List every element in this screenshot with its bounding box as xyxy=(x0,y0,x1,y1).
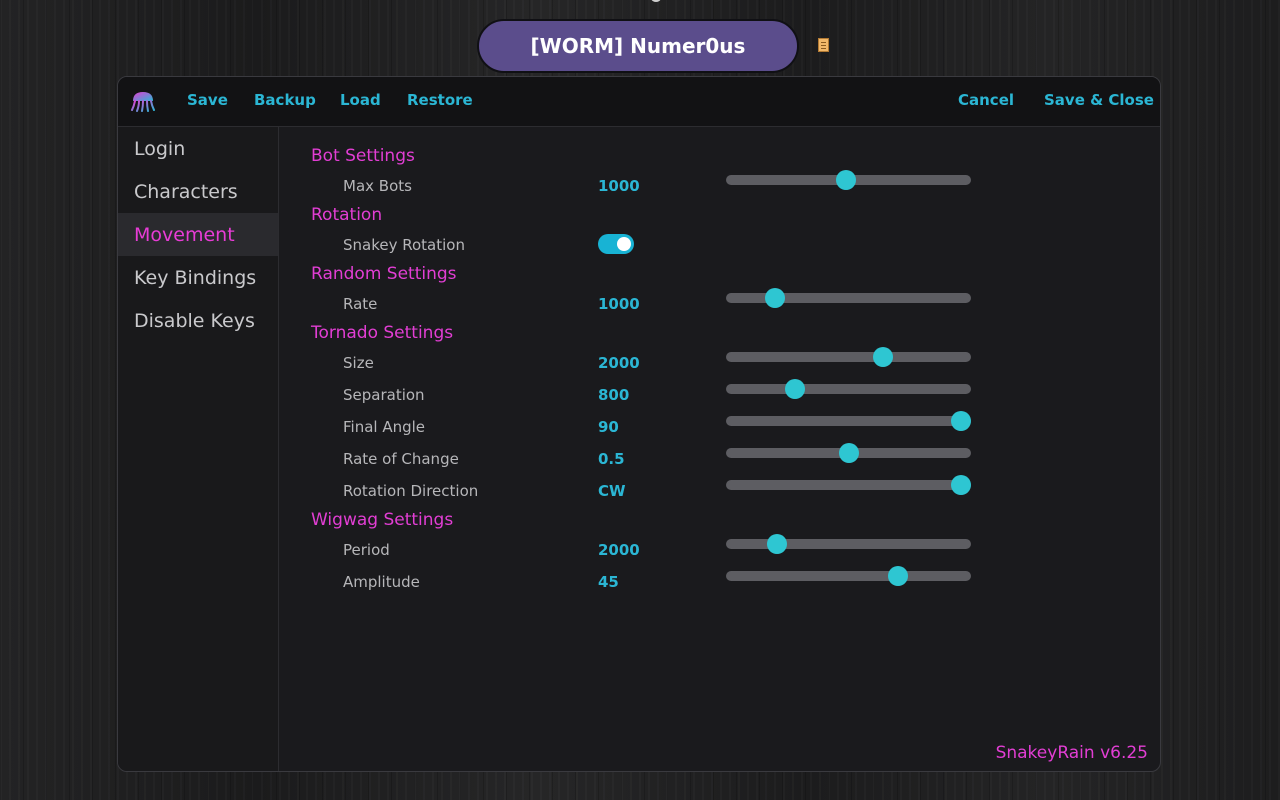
toolbar: Save Backup Load Restore Cancel Save & C… xyxy=(118,77,1160,127)
rate-of-change-label: Rate of Change xyxy=(343,450,459,468)
slider-thumb[interactable] xyxy=(872,347,893,367)
rate-value: 1000 xyxy=(598,295,640,313)
period-label: Period xyxy=(343,541,390,559)
rotation-direction-label: Rotation Direction xyxy=(343,482,479,500)
size-label: Size xyxy=(343,354,374,372)
amplitude-label: Amplitude xyxy=(343,573,420,591)
slider-thumb[interactable] xyxy=(838,443,859,463)
sidebar-item-label: Key Bindings xyxy=(134,266,257,289)
snakey-rotation-toggle[interactable] xyxy=(598,234,634,254)
period-value: 2000 xyxy=(598,541,640,559)
slider-track xyxy=(726,571,971,581)
backup-button[interactable]: Backup xyxy=(254,91,316,109)
slider-track xyxy=(726,384,971,394)
amplitude-slider[interactable] xyxy=(726,566,971,586)
section-rotation: Rotation xyxy=(311,205,383,225)
sidebar-item-disable-keys[interactable]: Disable Keys xyxy=(118,299,278,342)
final-angle-slider[interactable] xyxy=(726,411,972,431)
slider-thumb[interactable] xyxy=(765,288,785,308)
load-button[interactable]: Load xyxy=(340,91,381,109)
size-slider[interactable] xyxy=(726,347,971,367)
separation-value: 800 xyxy=(598,386,630,404)
sidebar-item-movement[interactable]: Movement xyxy=(118,213,278,256)
settings-panel: Save Backup Load Restore Cancel Save & C… xyxy=(117,76,1161,772)
sidebar-item-key-bindings[interactable]: Key Bindings xyxy=(118,256,278,299)
max-bots-label: Max Bots xyxy=(343,177,412,195)
rotation-direction-slider[interactable] xyxy=(726,475,972,495)
rotation-direction-value: CW xyxy=(598,482,626,500)
sidebar-item-label: Characters xyxy=(134,180,238,203)
sidebar-item-login[interactable]: Login xyxy=(118,127,278,170)
movement-settings: Bot Settings Max Bots 1000 Rotation Snak… xyxy=(279,127,1160,771)
amplitude-value: 45 xyxy=(598,573,619,591)
slider-thumb[interactable] xyxy=(784,379,805,399)
save-and-close-button[interactable]: Save & Close xyxy=(1044,91,1154,109)
section-tornado-settings: Tornado Settings xyxy=(311,323,454,343)
cancel-button[interactable]: Cancel xyxy=(958,91,1014,109)
slider-thumb[interactable] xyxy=(836,170,857,190)
note-icon[interactable] xyxy=(818,38,829,52)
sidebar-item-label: Movement xyxy=(134,223,235,246)
period-slider[interactable] xyxy=(726,534,971,554)
top-indicator xyxy=(651,0,661,2)
slider-thumb[interactable] xyxy=(951,411,972,431)
max-bots-slider[interactable] xyxy=(726,170,971,190)
rate-slider[interactable] xyxy=(726,288,971,308)
section-bot-settings: Bot Settings xyxy=(311,146,415,166)
max-bots-value: 1000 xyxy=(598,177,640,195)
player-name-badge[interactable]: [WORM] Numer0us xyxy=(477,19,799,73)
rate-of-change-slider[interactable] xyxy=(726,443,971,463)
toggle-knob xyxy=(617,237,631,251)
section-random-settings: Random Settings xyxy=(311,264,457,284)
slider-track xyxy=(726,293,971,303)
slider-thumb[interactable] xyxy=(951,475,972,495)
section-wigwag-settings: Wigwag Settings xyxy=(311,510,454,530)
rate-of-change-value: 0.5 xyxy=(598,450,625,468)
final-angle-value: 90 xyxy=(598,418,619,436)
slider-track xyxy=(726,480,971,490)
sidebar-item-characters[interactable]: Characters xyxy=(118,170,278,213)
slider-track xyxy=(726,539,971,549)
final-angle-label: Final Angle xyxy=(343,418,426,436)
rate-label: Rate xyxy=(343,295,378,313)
slider-thumb[interactable] xyxy=(887,566,908,586)
sidebar: Login Characters Movement Key Bindings D… xyxy=(118,127,279,771)
separation-label: Separation xyxy=(343,386,425,404)
restore-button[interactable]: Restore xyxy=(407,91,473,109)
version-label: SnakeyRain v6.25 xyxy=(995,743,1148,763)
slider-track xyxy=(726,416,971,426)
snakey-rotation-label: Snakey Rotation xyxy=(343,236,465,254)
separation-slider[interactable] xyxy=(726,379,971,399)
slider-thumb[interactable] xyxy=(767,534,788,554)
jellyfish-icon xyxy=(131,92,155,112)
save-button[interactable]: Save xyxy=(187,91,228,109)
player-name: [WORM] Numer0us xyxy=(530,34,746,58)
slider-track xyxy=(726,352,971,362)
sidebar-item-label: Disable Keys xyxy=(134,309,255,332)
size-value: 2000 xyxy=(598,354,640,372)
sidebar-item-label: Login xyxy=(134,137,186,160)
